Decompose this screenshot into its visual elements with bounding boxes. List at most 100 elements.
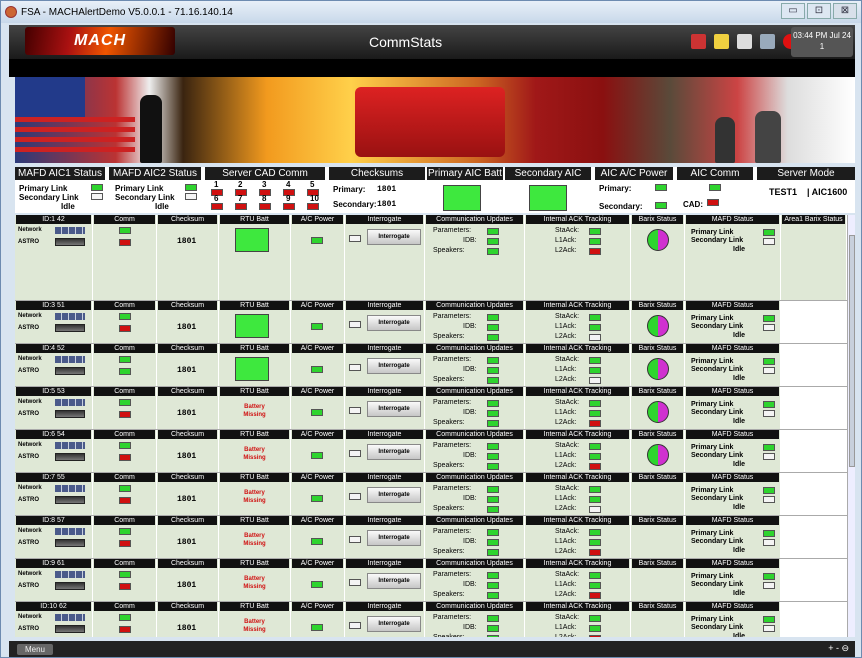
comm-led-2 — [119, 239, 131, 246]
cell-checksum: Checksum 1801 — [157, 387, 219, 429]
column-header: MAFD Status — [686, 559, 779, 568]
menu-button[interactable]: Menu — [17, 644, 53, 655]
astro-indicator — [55, 582, 85, 590]
interrogate-button[interactable]: Interrogate — [367, 444, 421, 460]
station-row: ID:6 54 Network ASTRO Comm Checksum 1801 RTU B… — [15, 430, 847, 473]
column-header: Comm — [94, 430, 155, 439]
ac-primary-led — [655, 184, 667, 191]
cad-num: 7 — [238, 194, 243, 203]
interrogate-button[interactable]: Interrogate — [367, 229, 421, 245]
column-header: Checksum — [158, 301, 217, 310]
ack-led — [589, 529, 601, 536]
cell-updates: Communication Updates Parameters: IDB: Spea… — [425, 387, 525, 429]
close-button[interactable]: ⊠ — [833, 3, 857, 19]
astro-label: ASTRO — [18, 454, 39, 460]
cell-updates: Communication Updates Parameters: IDB: Spea… — [425, 215, 525, 300]
column-header: Internal ACK Tracking — [526, 301, 629, 310]
update-label: Parameters: — [433, 313, 472, 320]
cell-barix: Barix Status — [631, 301, 685, 343]
column-header: Barix Status — [632, 387, 683, 396]
cell-barix: Barix Status — [631, 344, 685, 386]
barix-indicator — [647, 229, 669, 251]
mafd-primary-led — [763, 444, 775, 451]
column-header: RTU Batt — [220, 430, 289, 439]
cad-num: 8 — [262, 194, 267, 203]
network-indicator — [55, 227, 85, 234]
astro-indicator — [55, 238, 85, 246]
refresh-icon[interactable] — [760, 34, 775, 49]
interrogate-led — [349, 536, 361, 543]
network-indicator — [55, 356, 85, 363]
network-label: Network — [18, 356, 42, 362]
network-label: Network — [18, 399, 42, 405]
comm-led-2 — [119, 411, 131, 418]
vertical-scrollbar[interactable] — [847, 215, 855, 637]
column-header: Communication Updates — [426, 516, 523, 525]
ack-label: StaAck: — [555, 614, 580, 621]
station-id: ID:7 55 — [16, 473, 91, 482]
update-label: IDB: — [463, 538, 477, 545]
mafd-secondary: Secondary Link — [691, 624, 744, 631]
column-header: Interrogate — [346, 602, 423, 611]
ack-label: L2Ack: — [555, 505, 577, 512]
battery-missing-1: Battery — [244, 619, 265, 625]
zoom-controls[interactable]: + - ⊖ — [828, 643, 849, 654]
column-header: Interrogate — [346, 387, 423, 396]
interrogate-button[interactable]: Interrogate — [367, 530, 421, 546]
interrogate-led — [349, 235, 361, 242]
toolbox-icon[interactable] — [691, 34, 706, 49]
column-header: Checksum — [158, 215, 217, 224]
ack-label: L2Ack: — [555, 548, 577, 555]
minimize-button[interactable]: ▭ — [781, 3, 805, 19]
column-header: Comm — [94, 559, 155, 568]
checksum-value: 1801 — [177, 538, 197, 547]
mafd-primary: Primary Link — [691, 616, 734, 623]
ack-led — [589, 486, 601, 493]
cad-num: 5 — [310, 180, 315, 189]
update-led — [487, 228, 499, 235]
scrollbar-thumb[interactable] — [849, 235, 855, 467]
ack-label: StaAck: — [555, 356, 580, 363]
interrogate-button[interactable]: Interrogate — [367, 401, 421, 417]
banner-image — [15, 77, 855, 163]
astro-indicator — [55, 496, 85, 504]
interrogate-button[interactable]: Interrogate — [367, 616, 421, 632]
update-led — [487, 635, 499, 637]
cell-rtu: RTU Batt — [219, 301, 291, 343]
astro-label: ASTRO — [18, 540, 39, 546]
column-header: Internal ACK Tracking — [526, 215, 629, 224]
cell-rtu: RTU Batt Battery Missing — [219, 602, 291, 637]
cell-barix: Barix Status — [631, 387, 685, 429]
cell-comm: Comm — [93, 473, 157, 515]
checksum-value: 1801 — [177, 452, 197, 461]
ac-led — [311, 452, 323, 459]
cell-interrogate: Interrogate Interrogate — [345, 215, 425, 300]
note-icon[interactable] — [714, 34, 729, 49]
update-led — [487, 549, 499, 556]
battery-icon — [235, 357, 269, 381]
astro-indicator — [55, 453, 85, 461]
update-label: Parameters: — [433, 528, 472, 535]
mafd-idle: Idle — [733, 633, 746, 637]
interrogate-button[interactable]: Interrogate — [367, 315, 421, 331]
interrogate-button[interactable]: Interrogate — [367, 573, 421, 589]
mafd-secondary-led — [763, 324, 775, 331]
station-id: ID:6 54 — [16, 430, 91, 439]
maximize-button[interactable]: ⊡ — [807, 3, 831, 19]
update-led — [487, 615, 499, 622]
interrogate-button[interactable]: Interrogate — [367, 358, 421, 374]
column-header: Checksum — [158, 516, 217, 525]
column-header: A/C Power — [292, 516, 343, 525]
interrogate-led — [349, 579, 361, 586]
column-header: A/C Power — [292, 215, 343, 224]
document-icon[interactable] — [737, 34, 752, 49]
column-header: Interrogate — [346, 473, 423, 482]
station-row: ID:4 52 Network ASTRO Comm Checksum 1801 RTU B… — [15, 344, 847, 387]
ack-led — [589, 314, 601, 321]
aic1-status-title: MAFD AIC1 Status — [15, 167, 105, 180]
network-label: Network — [18, 571, 42, 577]
network-indicator — [55, 485, 85, 492]
cell-comm: Comm — [93, 215, 157, 300]
interrogate-button[interactable]: Interrogate — [367, 487, 421, 503]
column-header: RTU Batt — [220, 559, 289, 568]
